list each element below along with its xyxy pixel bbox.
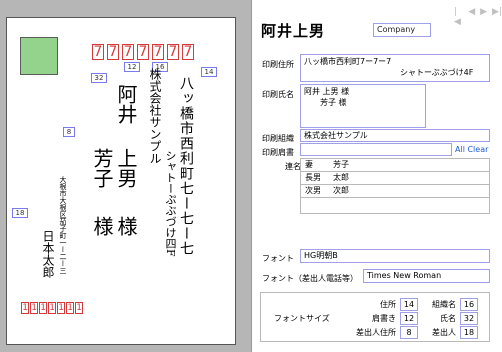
print-title-field[interactable] [300,143,452,156]
size-tag-address[interactable]: 14 [201,67,217,77]
company-button[interactable]: Company [373,23,431,37]
joint-name: 芳子 [333,160,349,169]
size-org-input[interactable]: 16 [460,298,478,311]
stamp-area [20,37,58,75]
print-address-label: 印刷住所 [262,60,294,69]
font-label: フォント [262,254,294,263]
recipient-address-line2: シャトーぷぶづけ四F [164,150,177,257]
sender-address: 大根市大根区茄子町一ー二ー三 [59,176,67,274]
zip-digit: 1 [75,302,83,314]
size-address-label: 住所 [380,300,396,309]
zip-digit: 1 [57,302,65,314]
size-sender-input[interactable]: 18 [460,326,478,339]
size-tag-zip-gap[interactable]: 12 [124,62,140,72]
first-record-icon[interactable]: |◀ [454,7,463,27]
joint-names-label: 連名 [285,162,301,171]
font-sender-label: フォント（差出人電話等） [262,274,358,283]
size-sender-address-input[interactable]: 8 [400,326,418,339]
size-tag-name-gap[interactable]: 8 [63,127,75,137]
joint-name: 次郎 [333,186,349,195]
all-clear-button[interactable]: All Clear [455,145,488,154]
print-name-label: 印刷氏名 [262,90,294,99]
zip-digit: 1 [30,302,38,314]
next-record-icon[interactable]: ▶ [480,7,487,27]
size-tag-sender[interactable]: 18 [12,208,28,218]
joint-name: 太郎 [333,173,349,182]
last-record-icon[interactable]: ▶| [492,7,502,27]
font-sender-field[interactable]: Times New Roman [363,269,490,283]
print-title-label: 印刷肩書 [262,148,294,157]
print-address-line1: 八ッ橋市西利町7ー7ー7 [304,57,392,66]
print-name-field[interactable]: 阿井 上男 様 芳子 様 [300,84,426,128]
zip-digit: 7 [167,44,179,60]
print-name-line1: 阿井 上男 様 [304,87,350,96]
honorific-2: 様 [90,216,114,236]
honorific-1: 様 [114,216,138,236]
font-field[interactable]: HG明朝B [300,249,490,263]
size-title-label: 肩書き [372,314,396,323]
record-navigation: |◀ ◀ ▶ ▶| [454,7,502,27]
print-name-line2: 芳子 様 [320,98,347,107]
size-tag-name[interactable]: 32 [91,73,107,83]
size-name-label: 氏名 [440,314,456,323]
zip-digit: 1 [66,302,74,314]
recipient-address-line1: 八ッ橋市西利町七ー七ー七 [178,76,194,256]
joint-relation: 妻 [305,160,313,169]
preview-area: 7 7 7 7 7 7 7 12 16 14 32 8 18 八ッ橋市西利町七ー… [0,0,251,352]
size-sender-label: 差出人 [432,328,456,337]
size-address-input[interactable]: 14 [400,298,418,311]
joint-relation: 次男 [305,186,321,195]
joint-name-row[interactable]: 妻 芳子 [301,159,489,172]
size-sender-address-label: 差出人住所 [356,328,396,337]
zip-digit: 7 [92,44,104,60]
print-address-line2: シャトーぷぶづけ4F [400,68,474,77]
sender-zip: 1 1 1 1 1 1 1 [21,302,83,314]
print-address-field[interactable]: 八ッ橋市西利町7ー7ー7 シャトーぷぶづけ4F [300,54,490,82]
recipient-second-name: 芳子 [90,148,114,188]
zip-digit: 1 [48,302,56,314]
print-org-field[interactable]: 株式会社サンプル [300,129,490,142]
sender-name: 日本太郎 [41,230,55,278]
size-name-input[interactable]: 32 [460,312,478,325]
record-panel: |◀ ◀ ▶ ▶| 阿井上男 Company 印刷住所 八ッ橋市西利町7ー7ー7… [251,0,502,352]
recipient-zip: 7 7 7 7 7 7 7 [92,44,194,60]
print-org-label: 印刷組織 [262,134,294,143]
joint-relation: 長男 [305,173,321,182]
size-org-label: 組織名 [432,300,456,309]
zip-digit: 7 [107,44,119,60]
zip-digit: 7 [152,44,164,60]
font-size-label: フォントサイズ [274,314,330,323]
recipient-family-name: 阿井 [114,84,138,124]
recipient-company: 株式会社サンプル [148,68,162,164]
recipient-first-name: 上男 [114,148,138,188]
joint-name-row[interactable]: 次男 次郎 [301,185,489,198]
zip-digit: 7 [182,44,194,60]
size-title-input[interactable]: 12 [400,312,418,325]
joint-names-table: 妻 芳子 長男 太郎 次男 次郎 [300,158,490,214]
joint-name-row[interactable]: 長男 太郎 [301,172,489,185]
zip-digit: 7 [137,44,149,60]
record-title: 阿井上男 [261,22,326,40]
zip-digit: 7 [122,44,134,60]
zip-digit: 1 [21,302,29,314]
zip-digit: 1 [39,302,47,314]
prev-record-icon[interactable]: ◀ [468,7,475,27]
